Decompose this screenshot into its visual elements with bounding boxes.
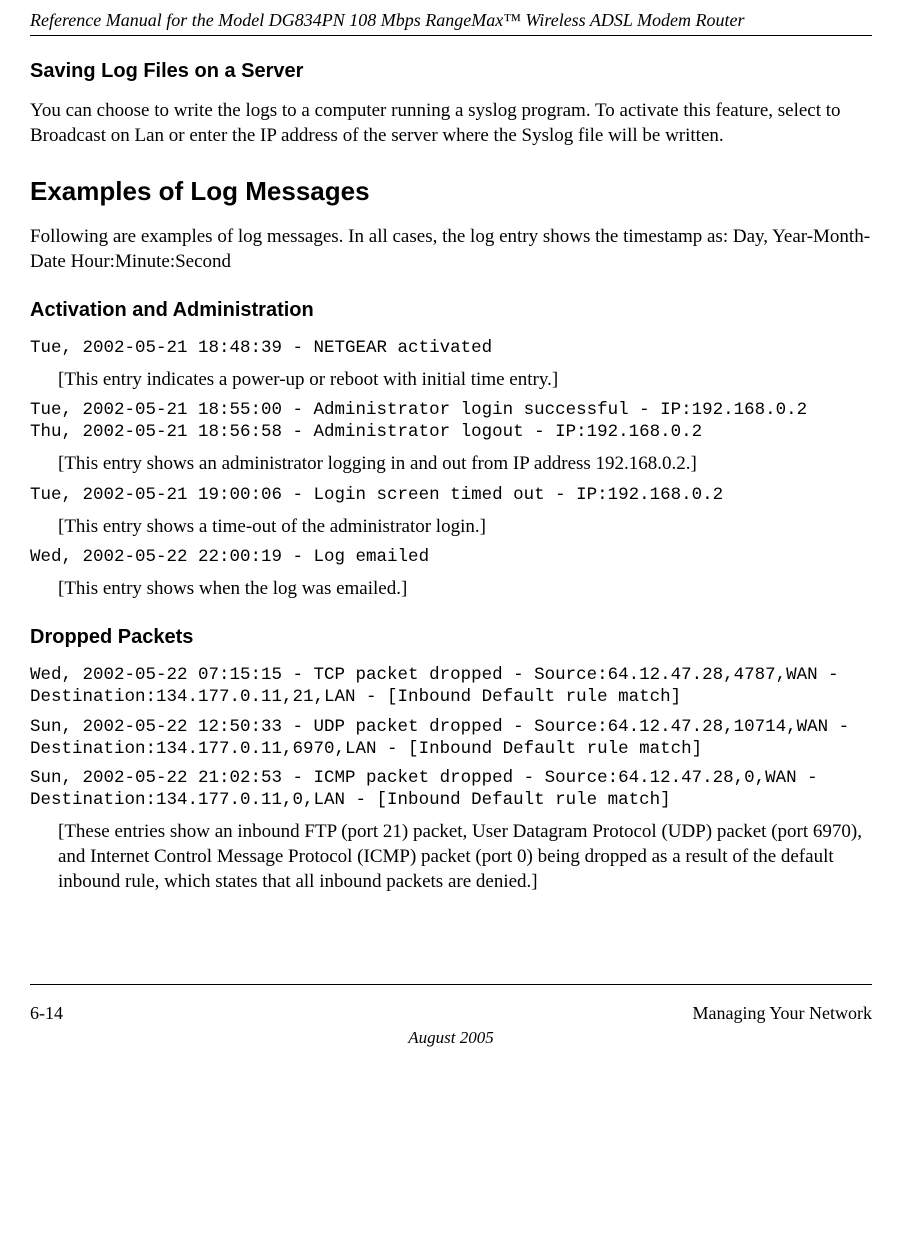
log-entry-admin-login-logout: Tue, 2002-05-21 18:55:00 - Administrator… [30, 400, 872, 444]
heading-activation-administration: Activation and Administration [30, 299, 872, 322]
log-entry-tcp-dropped: Wed, 2002-05-22 07:15:15 - TCP packet dr… [30, 665, 872, 709]
section-name: Managing Your Network [693, 1003, 873, 1024]
log-entry-udp-dropped: Sun, 2002-05-22 12:50:33 - UDP packet dr… [30, 717, 872, 761]
page-number: 6-14 [30, 1003, 63, 1024]
log-entry-log-emailed: Wed, 2002-05-22 22:00:19 - Log emailed [30, 547, 872, 569]
log-entry-netgear-activated: Tue, 2002-05-21 18:48:39 - NETGEAR activ… [30, 338, 872, 360]
running-header: Reference Manual for the Model DG834PN 1… [30, 10, 872, 31]
page-footer: 6-14 Managing Your Network August 2005 [30, 984, 872, 1048]
note-login-timeout: [This entry shows a time-out of the admi… [58, 515, 872, 540]
footer-date: August 2005 [30, 1028, 872, 1048]
heading-examples-of-log-messages: Examples of Log Messages [30, 176, 872, 207]
note-powerup: [This entry indicates a power-up or rebo… [58, 368, 872, 393]
note-admin-login: [This entry shows an administrator loggi… [58, 452, 872, 477]
heading-dropped-packets: Dropped Packets [30, 626, 872, 649]
note-dropped-packets: [These entries show an inbound FTP (port… [58, 820, 872, 894]
footer-rule [30, 984, 872, 985]
heading-saving-log-files: Saving Log Files on a Server [30, 60, 872, 83]
header-rule [30, 35, 872, 36]
paragraph-examples-intro: Following are examples of log messages. … [30, 225, 872, 274]
paragraph-saving-log-files: You can choose to write the logs to a co… [30, 99, 872, 148]
log-entry-icmp-dropped: Sun, 2002-05-22 21:02:53 - ICMP packet d… [30, 768, 872, 812]
log-entry-login-timeout: Tue, 2002-05-21 19:00:06 - Login screen … [30, 485, 872, 507]
note-log-emailed: [This entry shows when the log was email… [58, 577, 872, 602]
